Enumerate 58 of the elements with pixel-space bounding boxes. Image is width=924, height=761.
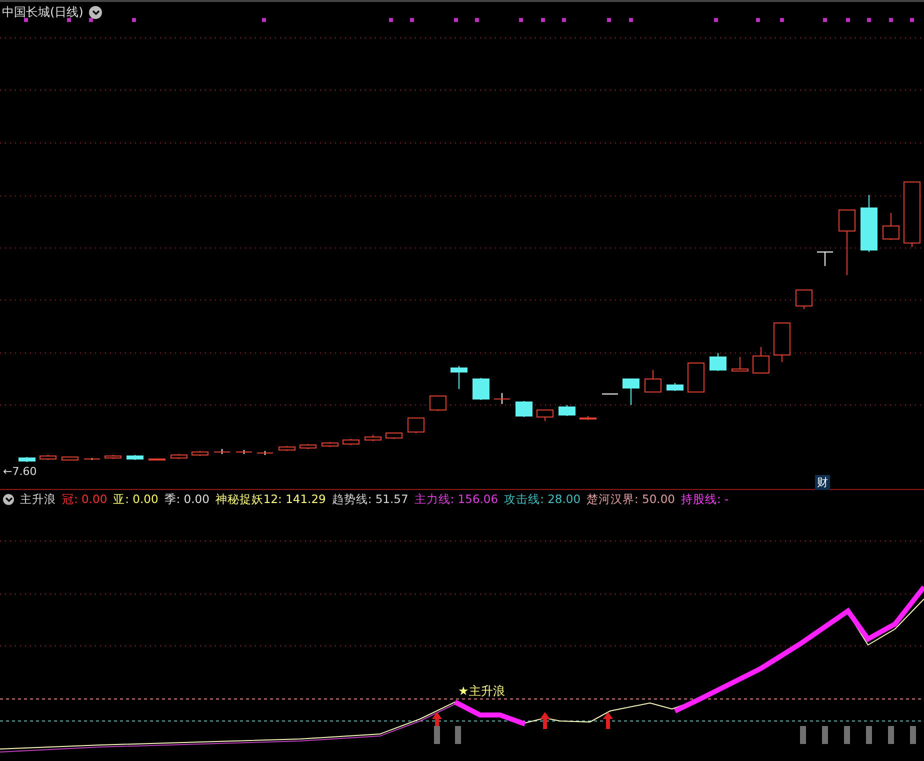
candlestick	[494, 392, 510, 404]
candlestick	[364, 434, 382, 442]
low-price-label: ←7.60	[3, 465, 37, 478]
legend-item: 持股线: -	[680, 492, 729, 507]
candlestick	[472, 378, 490, 400]
legend-item: 亚: 0.00	[113, 492, 158, 507]
candlestick	[300, 444, 316, 450]
candlestick	[860, 194, 878, 252]
candlestick	[666, 382, 684, 392]
candlestick	[622, 378, 640, 406]
candlestick	[838, 210, 856, 276]
chart-title: 中国长城(日线)	[2, 4, 84, 21]
candlestick	[450, 366, 468, 390]
candlestick	[40, 454, 56, 460]
candlestick	[214, 448, 230, 454]
candlestick	[430, 396, 446, 412]
candlestick	[688, 362, 704, 392]
legend-item: 楚河汉界: 50.00	[586, 492, 675, 507]
candlestick	[408, 418, 424, 434]
legend-item: 冠: 0.00	[62, 492, 108, 507]
up-arrow-icon	[540, 712, 550, 729]
candlestick	[816, 252, 834, 266]
candlestick	[558, 404, 576, 416]
legend-item: 攻击线: 28.00	[504, 492, 581, 507]
candlestick	[104, 454, 122, 460]
candlestick	[236, 450, 252, 454]
candlestick	[536, 410, 554, 422]
candlestick	[774, 322, 790, 362]
event-marker[interactable]: 财	[815, 475, 830, 490]
candlestick	[170, 454, 188, 460]
candlestick	[644, 370, 662, 392]
legend-item: 主力线: 156.06	[414, 492, 498, 507]
candlestick	[710, 352, 726, 372]
dropdown-icon[interactable]	[89, 6, 102, 19]
candlestick	[752, 346, 770, 374]
candlestick	[62, 456, 78, 460]
legend-item: 趋势线: 51.57	[332, 492, 408, 507]
candlestick	[732, 356, 748, 372]
candlestick	[18, 456, 36, 462]
candlestick	[322, 442, 338, 448]
candlestick	[192, 450, 208, 456]
candlestick	[516, 400, 532, 418]
candlestick	[148, 458, 166, 460]
candlestick	[278, 446, 296, 452]
candlestick	[386, 432, 402, 440]
candlestick	[126, 454, 144, 460]
indicator-name: 主升浪	[20, 492, 56, 507]
up-arrow-icon	[603, 712, 613, 729]
candlestick	[342, 438, 360, 446]
candlestick	[84, 458, 100, 460]
collapse-icon[interactable]	[3, 494, 14, 505]
candlestick	[256, 450, 274, 456]
candlestick	[796, 290, 812, 310]
candlestick	[882, 212, 900, 240]
signal-label: ★主升浪	[458, 683, 505, 700]
candlestick	[904, 182, 920, 248]
legend-item: 季: 0.00	[164, 492, 210, 507]
legend-item: 神秘捉妖12: 141.29	[215, 492, 326, 507]
